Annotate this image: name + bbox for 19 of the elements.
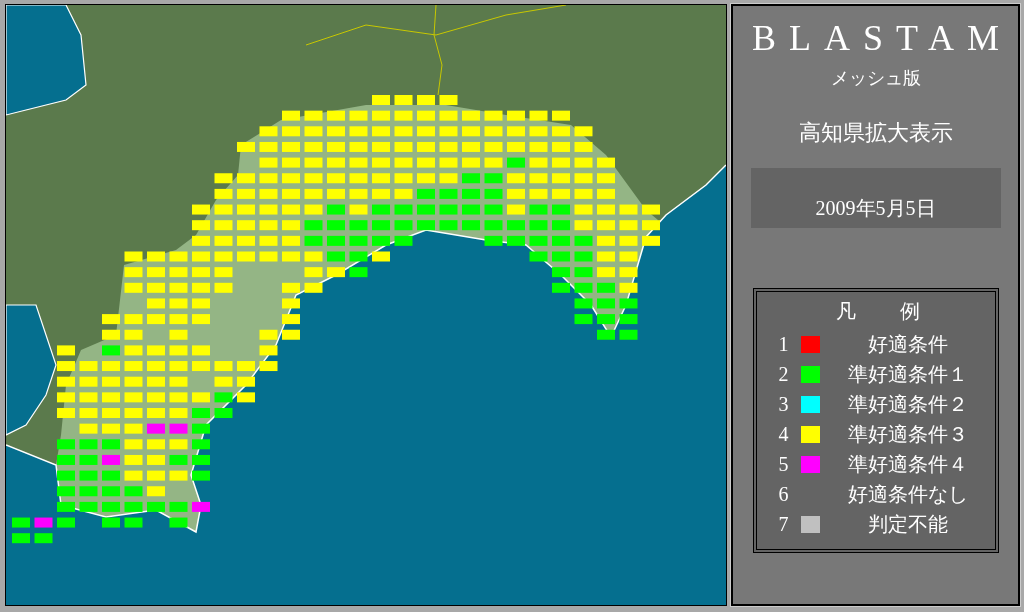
legend-label: 好適条件なし [846, 481, 969, 507]
legend-number: 4 [777, 422, 790, 446]
legend-number: 3 [777, 392, 790, 416]
subtitle: メッシュ版 [830, 67, 921, 90]
legend-number: 2 [777, 362, 790, 386]
legend-number: 7 [777, 512, 790, 536]
app-title: BLASTAM [752, 17, 1012, 60]
legend-label: 準好適条件３ [846, 421, 969, 447]
legend-label: 準好適条件１ [846, 361, 969, 387]
legend-label: 好適条件 [866, 331, 949, 357]
legend-number: 6 [777, 482, 790, 506]
legend-number: 1 [777, 332, 790, 356]
legend-label: 判定不能 [866, 511, 949, 537]
view-label: 高知県拡大表示 [798, 119, 953, 147]
date-display: 2009年5月5日 [750, 168, 1001, 228]
legend-title: 凡例 [834, 299, 965, 324]
legend-label: 準好適条件４ [846, 451, 969, 477]
legend-label: 準好適条件２ [846, 391, 969, 417]
legend-number: 5 [777, 452, 790, 476]
